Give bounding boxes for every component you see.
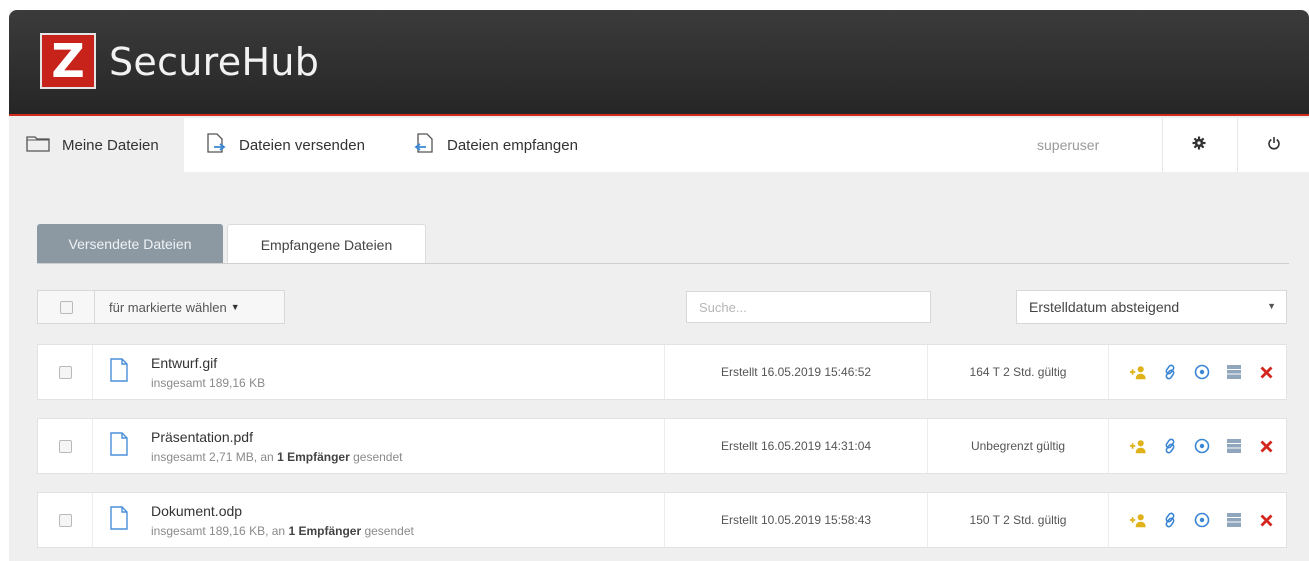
nav-receive-files-label: Dateien empfangen (447, 136, 578, 154)
recipient-count: 1 Empfänger (288, 523, 362, 538)
nav-send-files[interactable]: Dateien versenden (205, 118, 365, 172)
row-checkbox[interactable] (58, 439, 72, 453)
row-checkbox[interactable] (58, 513, 72, 527)
power-icon (1267, 135, 1281, 155)
nav-my-files-label: Meine Dateien (62, 136, 159, 154)
file-row: Entwurf.gif insgesamt 189,16 KB Erstellt… (37, 344, 1287, 400)
nav-my-files[interactable]: Meine Dateien (9, 118, 184, 172)
add-user-icon[interactable] (1129, 437, 1147, 455)
file-meta: insgesamt 189,16 KB (151, 376, 265, 390)
info-icon[interactable] (1193, 363, 1211, 381)
file-icon (109, 357, 129, 387)
chevron-down-icon: ▼ (1267, 301, 1276, 311)
file-meta: insgesamt 189,16 KB, an 1 Empfänger gese… (151, 523, 414, 538)
created-date: Erstellt 16.05.2019 14:31:04 (665, 419, 928, 473)
validity: 150 T 2 Std. gültig (928, 493, 1109, 547)
created-date: Erstellt 10.05.2019 15:58:43 (665, 493, 928, 547)
main-nav: Meine Dateien Dateien versenden Dateien … (9, 118, 1309, 172)
link-icon[interactable] (1161, 363, 1179, 381)
delete-icon[interactable] (1257, 437, 1275, 455)
file-size: insgesamt 2,71 MB (151, 449, 254, 464)
folder-icon (26, 134, 50, 156)
gear-icon (1192, 135, 1206, 155)
tab-sent-files[interactable]: Versendete Dateien (37, 224, 223, 264)
file-row: Präsentation.pdf insgesamt 2,71 MB, an 1… (37, 418, 1287, 474)
tabs-divider (37, 263, 1289, 264)
file-name[interactable]: Präsentation.pdf (151, 429, 402, 445)
add-user-icon[interactable] (1129, 363, 1147, 381)
delete-icon[interactable] (1257, 511, 1275, 529)
sort-select[interactable]: Erstelldatum absteigend ▼ (1016, 290, 1287, 324)
file-receive-icon (413, 132, 435, 158)
app-window: Z SecureHub Meine Dateien Dateien versen… (9, 10, 1309, 561)
file-meta: insgesamt 2,71 MB, an 1 Empfänger gesend… (151, 449, 403, 464)
row-checkbox[interactable] (58, 365, 72, 379)
file-size: insgesamt 189,16 KB (151, 523, 266, 538)
created-date: Erstellt 16.05.2019 15:46:52 (665, 345, 928, 399)
file-name[interactable]: Dokument.odp (151, 503, 414, 519)
app-header: Z SecureHub (9, 10, 1309, 116)
link-icon[interactable] (1161, 511, 1179, 529)
info-icon[interactable] (1193, 511, 1211, 529)
select-all-box (37, 290, 95, 324)
file-size: insgesamt 189,16 KB (151, 375, 266, 390)
validity: 164 T 2 Std. gültig (928, 345, 1109, 399)
file-row: Dokument.odp insgesamt 189,16 KB, an 1 E… (37, 492, 1287, 548)
search-input[interactable] (686, 291, 931, 323)
list-icon[interactable] (1225, 363, 1243, 381)
app-title: SecureHub (109, 40, 320, 84)
current-user[interactable]: superuser (1037, 118, 1099, 172)
row-actions (1109, 493, 1287, 547)
row-actions (1109, 419, 1287, 473)
select-all-checkbox[interactable] (59, 300, 73, 314)
file-icon (109, 505, 129, 535)
info-icon[interactable] (1193, 437, 1211, 455)
link-icon[interactable] (1161, 437, 1179, 455)
validity: Unbegrenzt gültig (928, 419, 1109, 473)
app-logo: Z (40, 33, 96, 89)
caret-down-icon: ▼ (230, 302, 240, 312)
list-icon[interactable] (1225, 511, 1243, 529)
nav-receive-files[interactable]: Dateien empfangen (413, 118, 578, 172)
list-icon[interactable] (1225, 437, 1243, 455)
logo-letter: Z (51, 34, 85, 88)
file-name[interactable]: Entwurf.gif (151, 355, 265, 371)
logout-button[interactable] (1237, 118, 1309, 172)
settings-button[interactable] (1162, 118, 1234, 172)
delete-icon[interactable] (1257, 363, 1275, 381)
bulk-action-label: für markierte wählen (109, 299, 227, 315)
row-actions (1109, 345, 1287, 399)
tab-received-files[interactable]: Empfangene Dateien (227, 224, 426, 264)
recipient-count: 1 Empfänger (277, 449, 350, 464)
add-user-icon[interactable] (1129, 511, 1147, 529)
file-icon (109, 431, 129, 461)
bulk-action-dropdown[interactable]: für markierte wählen ▼ (94, 290, 285, 324)
sort-selected-label: Erstelldatum absteigend (1029, 299, 1180, 315)
file-send-icon (205, 132, 227, 158)
nav-send-files-label: Dateien versenden (239, 136, 365, 154)
